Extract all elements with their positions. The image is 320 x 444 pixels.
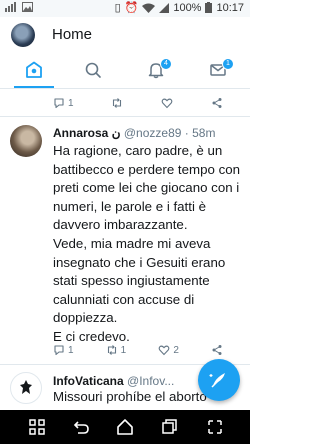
like-button[interactable] [161, 97, 173, 109]
back-icon[interactable] [72, 418, 90, 436]
battery-percent: 100% [173, 1, 202, 14]
tweet-time: · 58m [184, 126, 216, 140]
author-name[interactable]: Annarosa [53, 126, 108, 140]
system-nav-bar [0, 410, 250, 444]
reply-count: 1 [68, 344, 74, 356]
author-name-suffix: ن [111, 126, 121, 140]
author-name[interactable]: InfoVaticana [53, 374, 124, 388]
tab-bar: 4 1 [0, 52, 250, 89]
messages-badge: 1 [222, 58, 234, 70]
reply-button[interactable]: 1 [53, 344, 74, 356]
tweet-paragraph: Ha ragione, caro padre, è un battibecco … [53, 143, 241, 233]
retweet-button[interactable]: 1 [106, 344, 127, 356]
alarm-icon: ⏰ [124, 2, 139, 14]
battery-icon [205, 2, 213, 13]
vibrate-icon: ▯ [114, 2, 121, 14]
active-tab-indicator [14, 86, 54, 88]
tab-messages[interactable]: 1 [187, 52, 249, 88]
retweet-button[interactable] [111, 97, 123, 109]
screenshot-icon[interactable] [206, 418, 224, 436]
recent-apps-icon[interactable] [160, 418, 178, 436]
like-count: 2 [173, 344, 179, 356]
tab-notifications[interactable]: 4 [125, 52, 187, 88]
retweet-icon [107, 345, 116, 355]
tweet-paragraph: Vede, mia madre mi aveva insegnato che i… [53, 235, 226, 326]
share-button[interactable] [211, 344, 223, 356]
search-icon [85, 62, 101, 78]
share-icon [212, 345, 222, 355]
heart-icon [161, 98, 173, 109]
wifi-icon [142, 3, 156, 13]
tab-search[interactable] [62, 52, 124, 88]
grid-menu-icon[interactable] [28, 418, 46, 436]
tweet-divider [0, 116, 250, 117]
like-button[interactable]: 2 [158, 344, 179, 356]
logo-icon [20, 380, 32, 394]
notifications-badge: 4 [160, 58, 172, 70]
heart-icon [158, 345, 170, 356]
clock: 10:17 [216, 1, 244, 14]
tweet-header: InfoVaticana @Infov... [53, 374, 174, 388]
photo-icon [22, 2, 33, 12]
home-nav-icon[interactable] [116, 418, 134, 436]
reply-count: 1 [68, 97, 74, 109]
signal-bars-icon [5, 2, 16, 12]
reply-icon [54, 98, 64, 109]
retweet-icon [113, 98, 122, 108]
tweet-text: Ha ragione, caro padre, è un battibecco … [53, 142, 243, 347]
share-button[interactable] [211, 97, 223, 109]
compose-tweet-button[interactable] [198, 359, 240, 401]
app-header: Home [0, 17, 250, 52]
reply-button[interactable]: 1 [53, 97, 74, 109]
tweet-actions: 1 1 2 [53, 344, 223, 356]
tab-home[interactable] [3, 52, 65, 88]
reply-icon [54, 345, 64, 356]
home-icon [26, 61, 42, 78]
status-bar: ▯ ⏰ 100% 10:17 [0, 0, 250, 17]
author-handle[interactable]: @Infov... [127, 374, 174, 388]
tweet-author-avatar[interactable] [10, 125, 42, 157]
page-title: Home [52, 26, 93, 43]
author-handle[interactable]: @nozze89 [124, 126, 182, 140]
tweet-author-avatar[interactable] [10, 372, 42, 404]
cell-signal-icon [159, 2, 170, 13]
profile-avatar-button[interactable] [11, 23, 35, 47]
tweet-header: Annarosa ن @nozze89 · 58m [53, 126, 215, 140]
compose-feather-icon [209, 373, 225, 388]
retweet-count: 1 [120, 344, 127, 356]
tweet-actions-previous: 1 [53, 97, 223, 109]
share-icon [212, 98, 222, 108]
